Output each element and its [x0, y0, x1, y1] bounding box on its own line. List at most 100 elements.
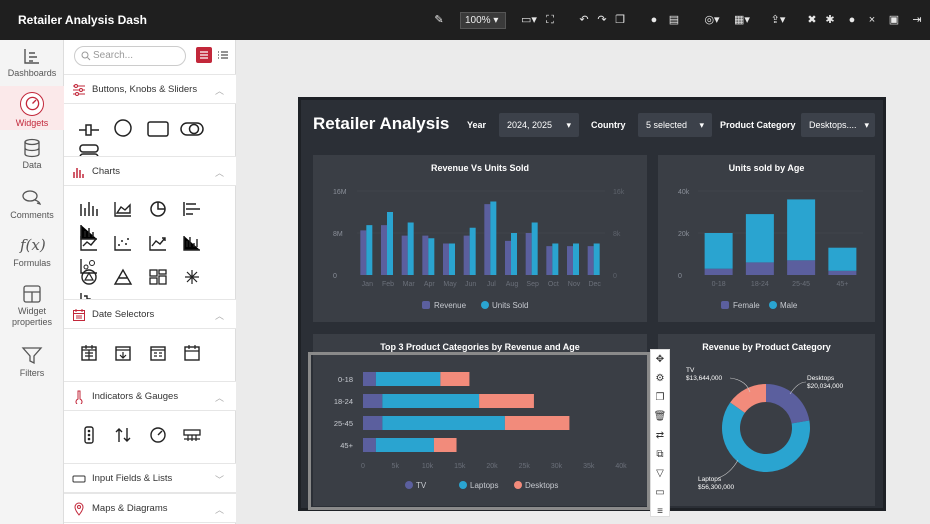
knob-widget-icon[interactable] [108, 118, 138, 143]
filter-icon[interactable]: ▽ [651, 464, 669, 483]
card-revenue-vs-units[interactable]: Revenue Vs Units Sold 16M 16k 8M 8k 0 0 Jan Feb… [313, 155, 647, 322]
bar-revenue [360, 230, 367, 275]
layers-icon[interactable]: ⧉ [651, 445, 669, 464]
comment-icon[interactable]: ▭ [651, 483, 669, 502]
edit-icon[interactable]: ✎ [432, 12, 446, 28]
kpi-arrows-widget-icon[interactable] [108, 426, 138, 449]
swap-icon[interactable]: ⇄ [651, 426, 669, 445]
gauge-widget-icon[interactable] [143, 426, 173, 449]
bar-revenue [587, 246, 594, 275]
settings-icon[interactable]: ✱ [824, 12, 836, 28]
date-range-widget-icon[interactable] [143, 344, 173, 367]
slice-label-desktops-name: Desktops [807, 375, 835, 382]
bar-chart-widget-icon[interactable] [74, 200, 104, 223]
card-units-by-age[interactable]: Units sold by Age 40k 20k 0 0-18 18-24 25-45 4… [658, 155, 875, 322]
visibility-icon[interactable]: ◎▾ [700, 12, 724, 28]
date-picker-widget-icon[interactable] [108, 344, 138, 367]
rail-widget-properties[interactable]: Widget properties [0, 284, 64, 328]
slice-label-desktops-value: $20,034,000 [807, 383, 844, 390]
section-buttons-knobs-sliders[interactable]: Buttons, Knobs & Sliders ︿ [64, 74, 236, 104]
x-tick-label: Sep [526, 281, 539, 288]
section-date-selectors[interactable]: Date Selectors ︿ [64, 299, 236, 329]
widget-selection-frame[interactable] [308, 352, 650, 510]
rail-widget-properties-label: Widget properties [11, 306, 53, 327]
section-maps-diagrams[interactable]: Maps & Diagrams ︿ [64, 493, 236, 523]
slider-widget-icon[interactable] [74, 122, 104, 143]
filter-product-category-select[interactable]: Desktops.... ▾ [801, 113, 875, 137]
trend-chart-widget-icon[interactable] [143, 234, 173, 257]
scatter-chart-widget-icon[interactable] [108, 234, 138, 257]
document-icon[interactable]: ▤ [668, 12, 680, 28]
tools-icon[interactable]: ✖ [806, 12, 818, 28]
move-icon[interactable]: ✥ [651, 350, 669, 369]
x-tick-label: 0-18 [712, 281, 726, 288]
bar-revenue [463, 235, 470, 275]
save-icon[interactable]: ▣ [888, 12, 900, 28]
list-view-active-button[interactable] [196, 47, 212, 63]
section-label: Indicators & Gauges [92, 391, 179, 402]
donut-slice-desktops [766, 384, 810, 424]
traffic-light-widget-icon[interactable] [74, 426, 104, 449]
rail-formulas[interactable]: f(x) Formulas [0, 236, 64, 268]
timeline-widget-icon[interactable] [177, 344, 207, 367]
rail-data[interactable]: Data [0, 138, 64, 170]
pyramid-chart-widget-icon[interactable] [108, 268, 138, 291]
leader-line-desktops [789, 381, 807, 395]
fullscreen-icon[interactable]: ⛶ [544, 12, 556, 28]
close-icon[interactable]: × [866, 12, 878, 28]
chevron-up-icon: ︿ [214, 393, 224, 403]
export-icon[interactable]: ⇪▾ [766, 12, 790, 28]
list-view-button[interactable] [216, 47, 232, 63]
bar-revenue [381, 225, 387, 275]
treemap-widget-icon[interactable] [143, 268, 173, 291]
sunburst-widget-icon[interactable] [177, 268, 207, 291]
align-icon[interactable]: ≡ [651, 502, 669, 521]
device-preview-icon[interactable]: ▭▾ [518, 12, 540, 28]
filter-year-value: 2024, 2025 [507, 120, 553, 130]
section-label: Buttons, Knobs & Sliders [92, 84, 198, 95]
filter-country-select[interactable]: 5 selected ▾ [638, 113, 712, 137]
redo-icon[interactable]: ↷ [596, 12, 608, 28]
left-rail: Dashboards Widgets Data Comments f(x) Fo… [0, 40, 64, 524]
legend-swatch-revenue [422, 301, 430, 309]
filter-year-select[interactable]: 2024, 2025 ▾ [499, 113, 579, 137]
delete-icon[interactable]: 🗑 [651, 407, 669, 426]
y2-tick-label: 16k [613, 189, 625, 196]
copy-icon[interactable]: ❐ [614, 12, 626, 28]
rail-filters[interactable]: Filters [0, 346, 64, 378]
x-tick-label: May [443, 281, 457, 288]
button-widget-icon[interactable] [143, 120, 173, 143]
help-icon[interactable]: ● [846, 12, 858, 28]
duplicate-icon[interactable]: ❐ [651, 388, 669, 407]
step-chart-widget-icon[interactable] [177, 234, 207, 257]
zoom-select[interactable]: 100% ▾ [460, 12, 506, 29]
area-chart-widget-icon[interactable] [108, 200, 138, 223]
bullet-graph-widget-icon[interactable] [177, 426, 207, 449]
rail-dashboards[interactable]: Dashboards [0, 46, 64, 78]
bar-male [704, 233, 733, 269]
pie-chart-widget-icon[interactable] [143, 200, 173, 223]
rail-widgets[interactable]: Widgets [0, 86, 64, 130]
grid-icon[interactable]: ▦▾ [730, 12, 754, 28]
toggle-widget-icon[interactable] [177, 120, 207, 143]
rail-formulas-label: Formulas [13, 258, 51, 268]
x-tick-label: Apr [424, 281, 436, 288]
settings-gear-icon[interactable]: ⚙ [651, 369, 669, 388]
radar-chart-widget-icon[interactable] [74, 268, 104, 291]
undo-icon[interactable]: ↶ [578, 12, 590, 28]
bar-male [828, 247, 857, 271]
section-indicators-gauges[interactable]: Indicators & Gauges ︿ [64, 381, 236, 411]
x-tick-label: Jul [487, 281, 496, 288]
bar-units-sold [552, 243, 559, 275]
search-input[interactable]: Search... [74, 46, 186, 66]
horizontal-bar-widget-icon[interactable] [177, 200, 207, 223]
rail-comments[interactable]: Comments [0, 188, 64, 220]
section-input-fields-lists[interactable]: Input Fields & Lists ﹀ [64, 463, 236, 493]
calendar-widget-icon[interactable] [74, 344, 104, 367]
bar-revenue [525, 233, 532, 275]
line-chart-widget-icon[interactable] [74, 234, 104, 257]
exit-icon[interactable]: ⇥ [910, 12, 924, 28]
section-charts[interactable]: Charts ︿ [64, 156, 236, 186]
card-revenue-by-category[interactable]: Revenue by Product Category TV $13,644,00… [658, 334, 875, 506]
fill-icon[interactable]: ● [648, 12, 660, 28]
